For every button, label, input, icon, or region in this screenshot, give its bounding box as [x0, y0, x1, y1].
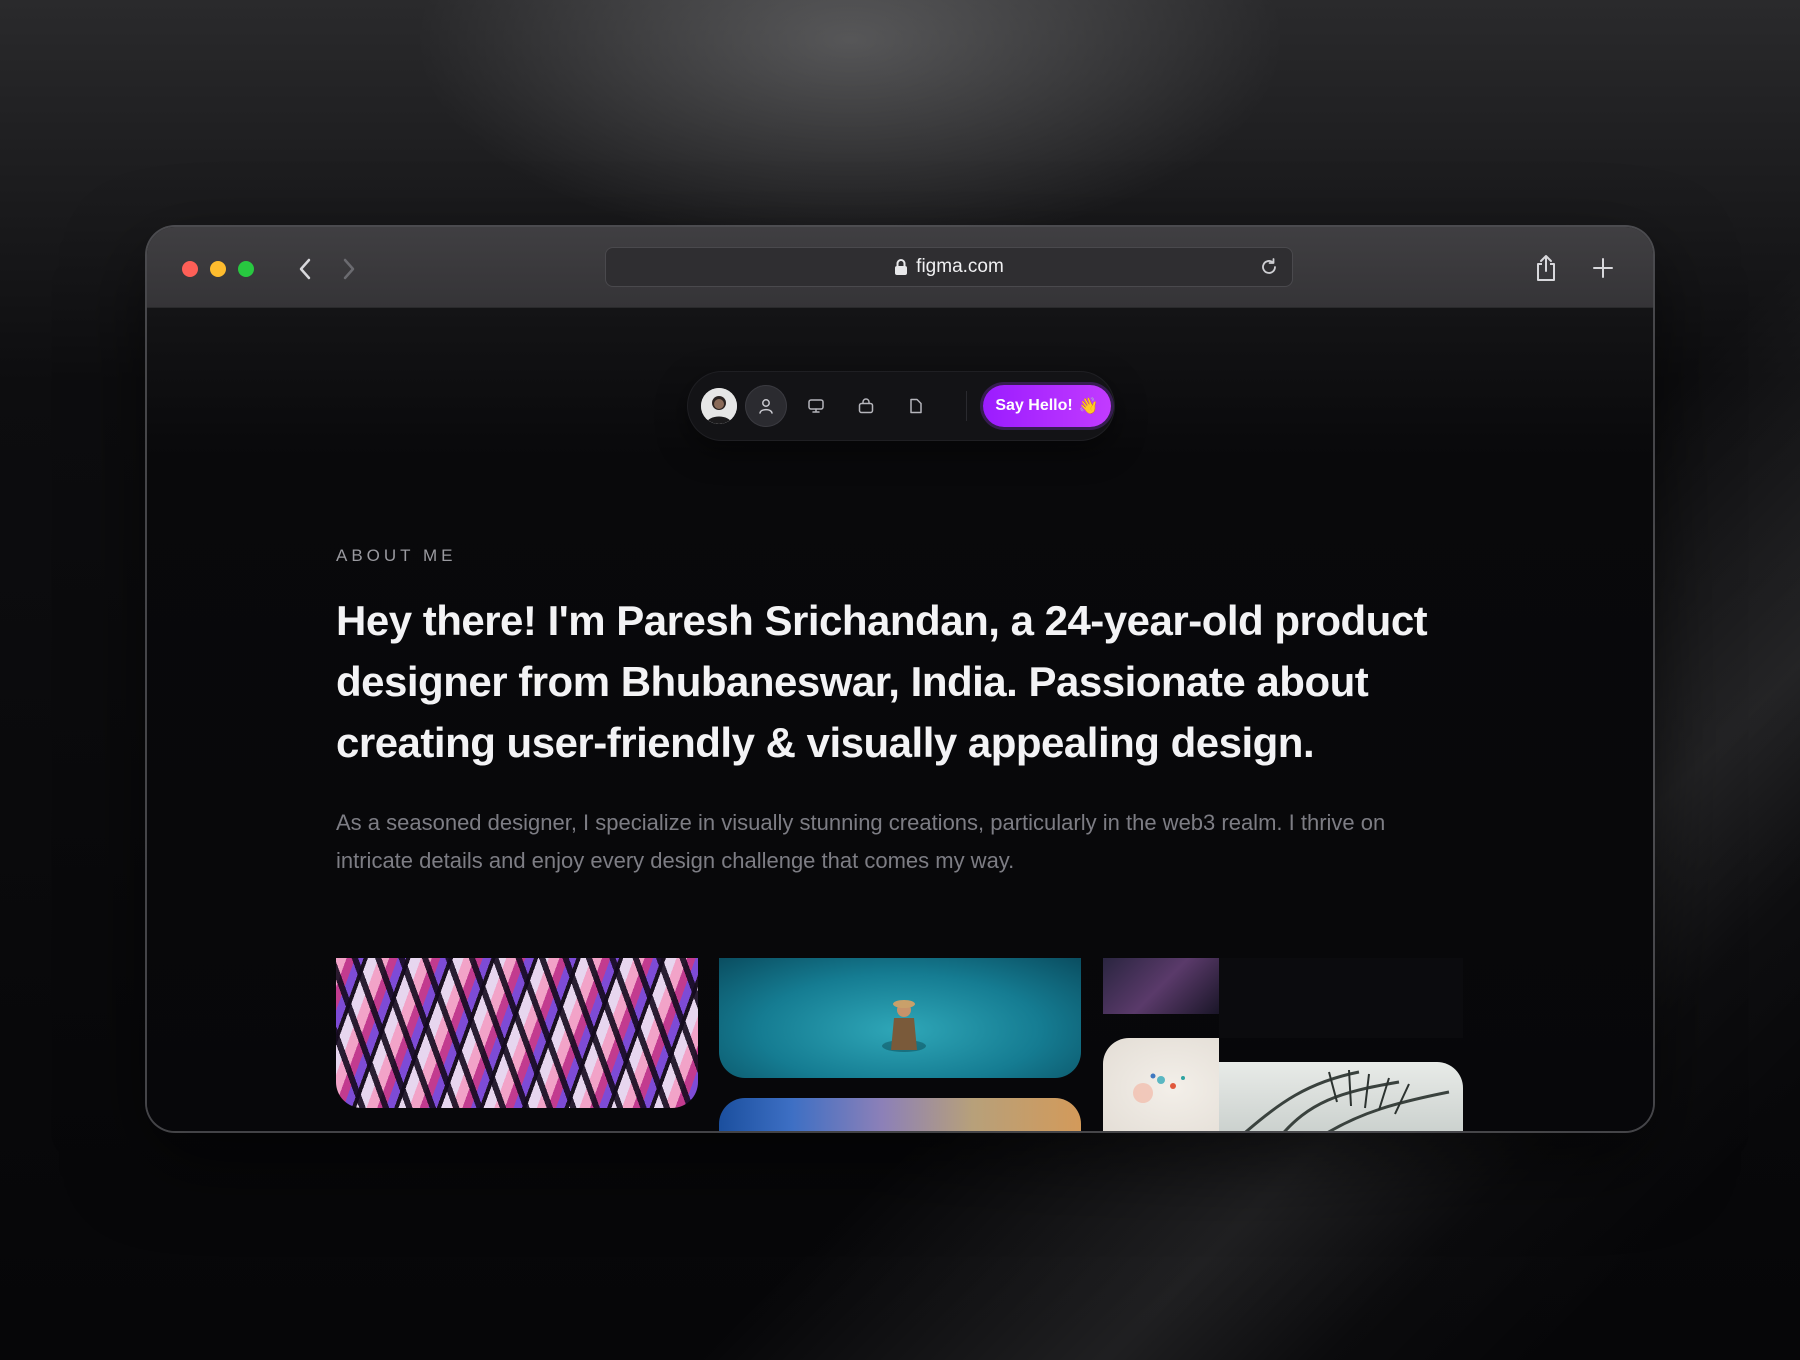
bag-icon	[858, 398, 874, 414]
gallery-image-palm	[1219, 1062, 1463, 1131]
chevron-right-icon	[343, 258, 355, 280]
section-eyebrow: ABOUT ME	[336, 546, 457, 565]
gallery-image-dark-abstract	[1103, 958, 1219, 1014]
monitor-icon	[808, 399, 824, 413]
top-navigation: Say Hello! 👋	[688, 372, 1114, 440]
gallery-image-dark	[1219, 958, 1463, 1038]
nav-about-button[interactable]	[745, 385, 787, 427]
nav-projects-button[interactable]	[795, 385, 837, 427]
nav-work-button[interactable]	[845, 385, 887, 427]
browser-toolbar: figma.com	[147, 227, 1653, 308]
zoom-window-button[interactable]	[238, 261, 254, 277]
about-headline: Hey there! I'm Paresh Srichandan, a 24-y…	[336, 597, 1428, 766]
address-bar[interactable]: figma.com	[605, 247, 1293, 287]
document-icon	[910, 398, 922, 414]
share-icon	[1537, 255, 1555, 281]
gallery-image-water	[719, 958, 1081, 1078]
browser-window: figma.com Say Hello! 👋 ABOUT ME Hey ther…	[147, 227, 1653, 1131]
say-hello-label: Say Hello!	[995, 397, 1073, 414]
gallery-image-abstract	[336, 958, 698, 1108]
palm-leaves-icon	[1244, 1069, 1450, 1131]
avatar[interactable]	[701, 388, 737, 424]
person-icon	[759, 399, 773, 414]
url-text: figma.com	[916, 256, 1004, 277]
reload-icon[interactable]	[1258, 256, 1280, 278]
close-window-button[interactable]	[182, 261, 198, 277]
back-button[interactable]	[286, 250, 324, 288]
chevron-left-icon	[299, 258, 311, 280]
nav-resume-button[interactable]	[895, 385, 937, 427]
share-button[interactable]	[1528, 250, 1564, 286]
gallery-image-colorful	[719, 1098, 1081, 1131]
paint-splash-icon	[1133, 1073, 1185, 1103]
forward-button[interactable]	[330, 250, 368, 288]
waving-hand-icon: 👋	[1078, 398, 1099, 415]
person-photo-icon	[701, 388, 737, 424]
nav-divider	[966, 391, 967, 421]
plus-icon	[1593, 258, 1613, 278]
lock-icon	[895, 259, 908, 275]
new-tab-button[interactable]	[1585, 250, 1621, 286]
person-in-water-icon	[882, 1000, 926, 1052]
gallery-image-paint	[1103, 1038, 1219, 1131]
minimize-window-button[interactable]	[210, 261, 226, 277]
page-content: Say Hello! 👋 ABOUT ME Hey there! I'm Par…	[147, 308, 1653, 1131]
about-body: As a seasoned designer, I specialize in …	[336, 810, 1386, 873]
say-hello-button[interactable]: Say Hello! 👋	[983, 385, 1111, 427]
